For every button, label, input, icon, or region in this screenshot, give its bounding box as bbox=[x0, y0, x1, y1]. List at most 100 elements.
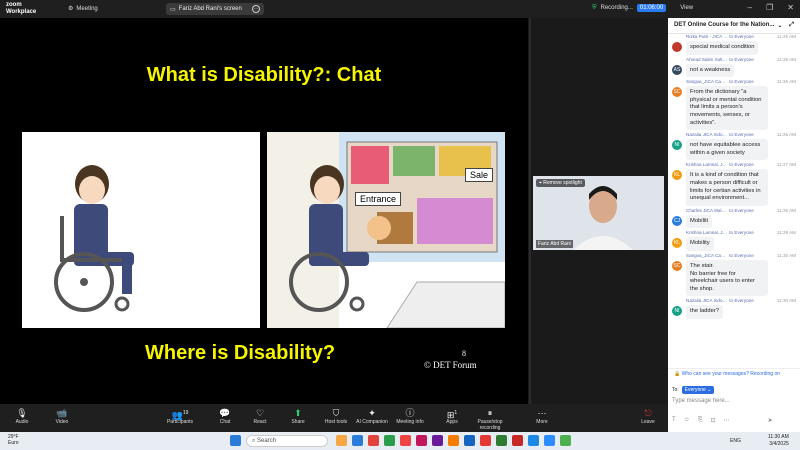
message-sender[interactable]: Krishna Lamsal, JICA... bbox=[686, 162, 728, 167]
format-icon[interactable]: T bbox=[672, 417, 676, 424]
chat-input[interactable]: Type message here... bbox=[672, 398, 730, 404]
audio-button[interactable]: 🎙 Audio bbox=[2, 407, 42, 425]
chat-messages[interactable]: Rizka Putri - JICA Ind... to Everyone 11:… bbox=[668, 34, 800, 386]
photoshop-icon[interactable] bbox=[464, 435, 475, 446]
avatar[interactable]: CJ bbox=[672, 215, 682, 226]
taskbar-search[interactable]: ⌕ Search bbox=[246, 435, 328, 447]
react-button[interactable]: ♡ React bbox=[240, 407, 280, 425]
leave-button[interactable]: ⎋ Leave bbox=[628, 407, 668, 425]
popout-icon[interactable]: ⤢ bbox=[789, 22, 794, 29]
panel-divider[interactable] bbox=[529, 18, 531, 404]
share-indicator[interactable]: ▭ Fariz Abd Rani's screen ⋯ bbox=[166, 3, 264, 15]
screenshot-icon[interactable]: ⊡ bbox=[711, 417, 716, 424]
avatar[interactable]: SC bbox=[672, 87, 682, 98]
remove-spotlight-button[interactable]: ⌖ Remove spotlight bbox=[536, 179, 585, 187]
chat-message[interactable]: AS Ahmad Salim Sultany... to Everyone 11:… bbox=[668, 57, 800, 80]
apps-button[interactable]: ⊞1 Apps bbox=[432, 407, 472, 425]
illustrator-icon[interactable] bbox=[448, 435, 459, 446]
edge-icon[interactable] bbox=[352, 435, 363, 446]
language-indicator[interactable]: ENG bbox=[730, 438, 741, 444]
premiere-icon[interactable] bbox=[432, 435, 443, 446]
view-button[interactable]: View bbox=[680, 5, 693, 11]
chat-button[interactable]: 💬 Chat bbox=[205, 407, 245, 425]
weather-widget[interactable]: 29°F Euro bbox=[8, 434, 19, 446]
message-sender[interactable]: Rizka Putri - JICA Ind... bbox=[686, 34, 728, 39]
message-time: 11:26 AM bbox=[776, 79, 796, 85]
acrobat-icon[interactable] bbox=[480, 435, 491, 446]
record-icon: ⏸ bbox=[487, 408, 493, 418]
close-icon[interactable]: ✕ bbox=[787, 3, 794, 12]
windows-start-icon[interactable] bbox=[230, 435, 241, 446]
chat-message[interactable]: SC Sangva_JICA Cambo... to Everyone 11:30… bbox=[668, 253, 800, 298]
word-icon[interactable] bbox=[528, 435, 539, 446]
more-icon[interactable]: ⋯ bbox=[724, 417, 730, 424]
message-time: 11:28 AM bbox=[776, 207, 796, 213]
meeting-info-button[interactable]: ⓘ Meeting info bbox=[390, 407, 430, 425]
message-text: not a weakness bbox=[686, 63, 735, 78]
message-recipient: to Everyone bbox=[729, 132, 754, 138]
shield-icon: ⛉ bbox=[332, 408, 340, 418]
video-button[interactable]: 📹 Video bbox=[42, 407, 82, 425]
participants-button[interactable]: 👥19 Participants bbox=[160, 407, 200, 425]
app-icon[interactable] bbox=[560, 435, 571, 446]
powerpoint-icon[interactable] bbox=[512, 435, 523, 446]
recording-status[interactable]: Recording... bbox=[601, 5, 633, 11]
message-sender[interactable]: Sangva_JICA Cambo... bbox=[686, 253, 728, 258]
clock[interactable]: 11:30 AM 3/4/2025 bbox=[768, 434, 789, 448]
chrome-icon[interactable] bbox=[400, 435, 411, 446]
zoom-icon[interactable] bbox=[544, 435, 555, 446]
explorer-icon[interactable] bbox=[336, 435, 347, 446]
chat-message[interactable]: KL Krishna Lamsal, JICA... to Everyone 11… bbox=[668, 162, 800, 207]
message-time: 11:30 AM bbox=[776, 298, 796, 304]
leave-icon: ⎋ bbox=[644, 408, 652, 418]
more-icon[interactable]: ⋯ bbox=[252, 5, 260, 13]
app-icon[interactable] bbox=[384, 435, 395, 446]
chat-icon: 💬 bbox=[219, 408, 231, 418]
chat-message[interactable]: CJ Charles JICA Malaysia to Everyone 11:2… bbox=[668, 208, 800, 231]
message-recipient: to Everyone bbox=[729, 207, 754, 213]
file-icon[interactable]: ⎘ bbox=[698, 417, 703, 424]
avatar[interactable]: AS bbox=[672, 64, 682, 75]
more-button[interactable]: ⋯ More bbox=[522, 407, 562, 425]
message-sender[interactable]: Ahmad Salim Sultany... bbox=[686, 57, 728, 62]
meeting-menu[interactable]: ⚙ Meeting bbox=[68, 5, 98, 13]
message-sender[interactable]: Sangva_JICA Cambo... bbox=[686, 79, 728, 84]
host-tools-button[interactable]: ⛉ Host tools bbox=[316, 407, 356, 425]
minimize-icon[interactable]: – bbox=[748, 3, 752, 12]
message-time: 11:30 AM bbox=[776, 252, 796, 258]
chat-message[interactable]: NI Nazalia JICA Indones... to Everyone 11… bbox=[668, 298, 800, 321]
avatar[interactable]: NI bbox=[672, 140, 682, 151]
to-label: To: bbox=[672, 387, 679, 393]
avatar[interactable]: SC bbox=[672, 260, 682, 271]
message-recipient: to Everyone bbox=[729, 298, 754, 304]
indesign-icon[interactable] bbox=[416, 435, 427, 446]
app-icon[interactable] bbox=[368, 435, 379, 446]
message-sender[interactable]: Krishna Lamsal, JICA... bbox=[686, 230, 728, 235]
chat-message[interactable]: NI Nazalia JICA Indones... to Everyone 11… bbox=[668, 132, 800, 162]
recipient-dropdown[interactable]: Everyone ⌄ bbox=[681, 386, 715, 394]
speaker-video[interactable]: ⌖ Remove spotlight Fariz Abd Rani bbox=[533, 176, 664, 250]
pause-stop-recording-button[interactable]: ⏸ Pause/stop recording bbox=[470, 407, 510, 431]
chat-message[interactable]: KL Krishna Lamsal, JICA... to Everyone 11… bbox=[668, 230, 800, 253]
chat-message[interactable]: SC Sangva_JICA Cambo... to Everyone 11:26… bbox=[668, 79, 800, 132]
message-text: Mobility bbox=[686, 237, 714, 251]
ai-companion-button[interactable]: ✦ AI Companion bbox=[352, 407, 392, 425]
share-button[interactable]: ⬆ Share bbox=[278, 407, 318, 425]
chat-message[interactable]: Rizka Putri - JICA Ind... to Everyone 11:… bbox=[668, 34, 800, 57]
avatar[interactable]: KL bbox=[672, 238, 682, 249]
emoji-icon[interactable]: ☺ bbox=[684, 417, 690, 424]
excel-icon[interactable] bbox=[496, 435, 507, 446]
chevron-down-icon[interactable]: ⌄ bbox=[777, 22, 782, 29]
message-sender[interactable]: Nazalia JICA Indones... bbox=[686, 132, 728, 137]
avatar[interactable] bbox=[672, 42, 682, 52]
avatar[interactable]: KL bbox=[672, 170, 682, 181]
message-sender[interactable]: Charles JICA Malaysia bbox=[686, 208, 728, 213]
message-recipient: to Everyone bbox=[729, 79, 754, 85]
message-visibility-info[interactable]: 🔒 Who can see your messages? Recording o… bbox=[668, 368, 800, 379]
send-icon[interactable]: ➤ bbox=[768, 417, 773, 424]
message-recipient: to Everyone bbox=[729, 230, 754, 236]
message-sender[interactable]: Nazalia JICA Indones... bbox=[686, 298, 728, 303]
restore-icon[interactable]: ❐ bbox=[766, 3, 773, 12]
avatar[interactable]: NI bbox=[672, 306, 682, 317]
windows-taskbar: 29°F Euro ⌕ Search ENG 11:30 AM 3/4/2025 bbox=[0, 432, 800, 450]
